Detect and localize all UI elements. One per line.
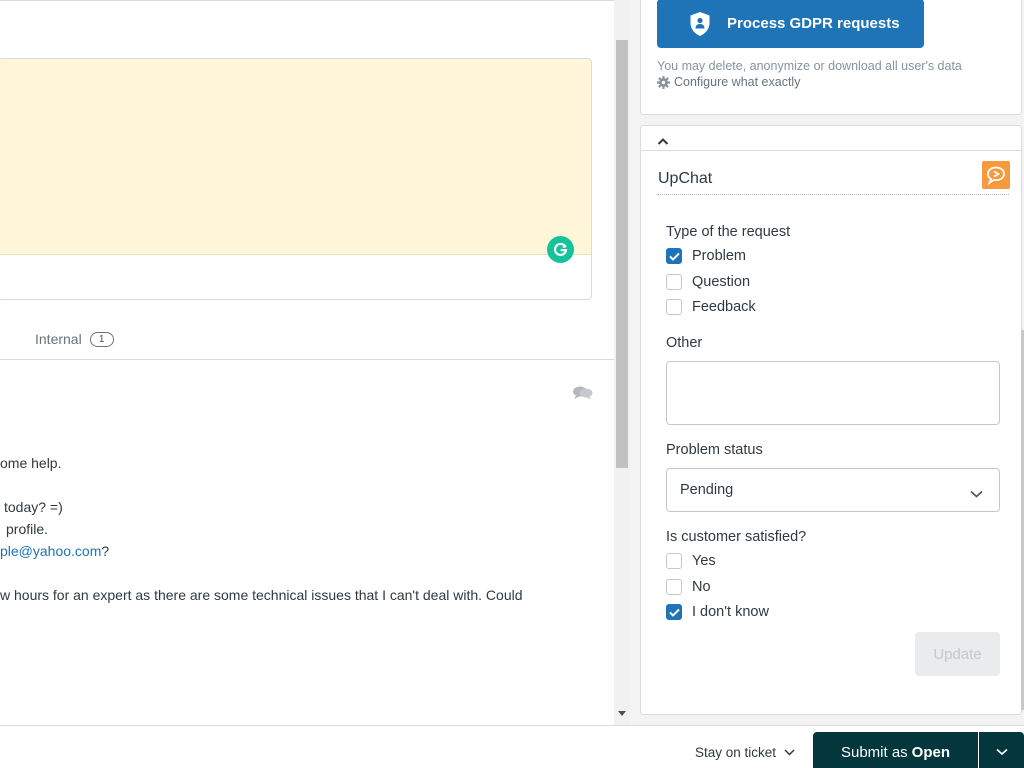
message-line: ome help. <box>0 455 62 471</box>
ticket-footer: Stay on ticket Submit as Open <box>0 725 1024 768</box>
checkbox-question[interactable]: Question <box>666 274 750 290</box>
checkmark-icon <box>668 608 680 617</box>
checkbox-problem[interactable]: Problem <box>666 248 746 264</box>
chevron-up-icon[interactable] <box>657 133 669 151</box>
app-collapse-bar[interactable] <box>641 126 1021 151</box>
checkbox-label: No <box>692 579 711 595</box>
problem-status-select[interactable]: Pending <box>666 468 1000 512</box>
checkbox-box[interactable] <box>666 553 682 569</box>
scrollbar-thumb[interactable] <box>616 40 628 468</box>
chat-bubbles-icon <box>572 385 594 406</box>
tab-internal[interactable]: Internal 1 <box>35 331 114 347</box>
title-divider <box>657 194 1009 195</box>
checkbox-yes[interactable]: Yes <box>666 553 716 569</box>
checkbox-label: Question <box>692 274 751 290</box>
checkbox-feedback[interactable]: Feedback <box>666 299 756 315</box>
upchat-logo-icon <box>982 161 1010 189</box>
request-type-label: Type of the request <box>666 224 791 240</box>
checkbox-box[interactable] <box>666 299 682 315</box>
ticket-conversation-pane: Internal 1 ome help. today? =) profile. … <box>0 0 614 725</box>
submit-button[interactable]: Submit as Open <box>813 732 978 768</box>
scroll-down-arrow-icon[interactable] <box>618 711 626 716</box>
reply-editor-textarea[interactable] <box>0 59 591 255</box>
configure-label: Configure what exactly <box>674 75 801 89</box>
checkmark-icon <box>668 252 680 261</box>
chevron-down-icon <box>970 485 983 503</box>
stay-on-ticket-label: Stay on ticket <box>695 745 777 760</box>
email-link[interactable]: ple@yahoo.com <box>0 543 101 559</box>
checkbox-box[interactable] <box>666 604 682 620</box>
chevron-down-icon <box>784 749 795 756</box>
submit-options-button[interactable] <box>979 732 1024 768</box>
submit-prefix: Submit as <box>840 743 908 761</box>
grammarly-icon[interactable] <box>547 236 574 263</box>
gdpr-app-card: Process GDPR requests You may delete, an… <box>640 0 1022 115</box>
process-gdpr-button[interactable]: Process GDPR requests <box>657 0 924 48</box>
other-input[interactable] <box>666 361 1000 425</box>
tab-internal-label: Internal <box>35 331 82 347</box>
checkbox-no[interactable]: No <box>666 579 711 595</box>
problem-status-label: Problem status <box>666 442 763 458</box>
checkbox-dont-know[interactable]: I don't know <box>666 604 769 620</box>
chevron-down-icon <box>995 748 1008 756</box>
update-button[interactable]: Update <box>915 632 1000 676</box>
internal-count-badge: 1 <box>89 331 114 347</box>
upchat-title: UpChat <box>658 170 713 187</box>
conversation-filter-tabs: Internal 1 <box>0 325 614 360</box>
checkbox-label: Problem <box>692 248 746 264</box>
upchat-app-card: UpChat Type of the request Problem Quest… <box>640 125 1022 715</box>
gear-icon <box>657 75 670 89</box>
checkbox-box[interactable] <box>666 248 682 264</box>
problem-status-value: Pending <box>680 482 734 498</box>
submit-status: Open <box>911 743 951 761</box>
message-line-suffix: ? <box>101 543 110 559</box>
stay-on-ticket-dropdown[interactable]: Stay on ticket <box>695 745 795 760</box>
checkbox-label: Feedback <box>692 299 756 315</box>
message-line: today? =) <box>4 499 63 515</box>
message-line: w hours for an expert as there are some … <box>0 587 523 603</box>
message-line: ple@yahoo.com? <box>0 543 109 559</box>
satisfied-label: Is customer satisfied? <box>666 529 807 545</box>
checkbox-box[interactable] <box>666 274 682 290</box>
shield-user-icon <box>689 11 711 37</box>
reply-editor[interactable] <box>0 58 592 300</box>
checkbox-label: I don't know <box>692 604 769 620</box>
checkbox-box[interactable] <box>666 579 682 595</box>
message-line: profile. <box>6 521 49 537</box>
other-label: Other <box>666 335 703 351</box>
divider <box>0 0 614 1</box>
process-gdpr-label: Process GDPR requests <box>727 15 900 32</box>
gdpr-hint-text: You may delete, anonymize or download al… <box>657 59 962 73</box>
main-scrollbar[interactable] <box>614 0 630 725</box>
checkbox-label: Yes <box>692 553 716 569</box>
configure-link[interactable]: Configure what exactly <box>657 75 800 89</box>
